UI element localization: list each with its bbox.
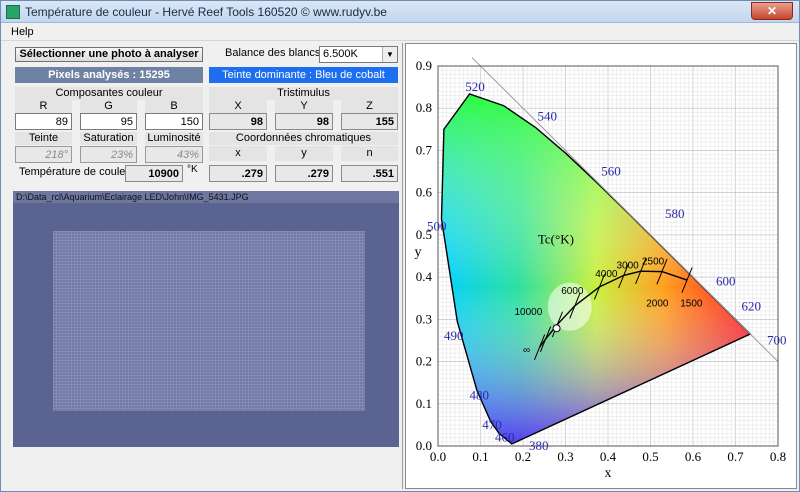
white-balance-value: 6.500K (323, 48, 358, 60)
saturation-value: 23% (80, 146, 137, 163)
photo-grid-image (53, 231, 365, 411)
b-label: B (145, 100, 203, 113)
color-temp-value: 10900 (125, 165, 183, 182)
close-button[interactable]: ✕ (751, 2, 793, 20)
luminosity-label: Luminosité (145, 132, 203, 145)
tristimulus-header: Tristimulus (209, 87, 398, 100)
x-chroma-value: .279 (209, 165, 267, 182)
y-tick-label: 0.1 (416, 396, 432, 411)
title-bar: Température de couleur - Hervé Reef Tool… (1, 1, 799, 23)
b-input[interactable]: 150 (145, 113, 203, 130)
y-tick-label: 0.6 (416, 185, 433, 200)
x-tick-label: 0.6 (685, 449, 702, 464)
y-tick-label: 0.4 (416, 269, 433, 284)
dominant-tint-bar: Teinte dominante : Bleu de cobalt (209, 67, 398, 83)
y-tick-label: 0.0 (416, 438, 432, 453)
y-tick-label: 0.2 (416, 354, 432, 369)
x-axis-label: x (605, 466, 612, 481)
cie-chromaticity-chart: 0.0 0.1 0.2 0.3 0.4 0.5 0.6 0.7 0.80.00.10.20.30… (415, 57, 787, 481)
saturation-label: Saturation (80, 132, 137, 145)
y-tristim-value: 98 (275, 113, 333, 130)
x-tick-label: 0.5 (642, 449, 658, 464)
white-balance-label: Balance des blancs (225, 47, 321, 59)
planckian-label: 3000 (617, 261, 640, 272)
y-axis-label: y (415, 245, 422, 260)
wavelength-label: 490 (444, 328, 464, 343)
y-tick-label: 0.9 (416, 58, 432, 73)
wavelength-label: 580 (665, 206, 685, 221)
planckian-label: ∞ (523, 345, 530, 356)
x-tristim-value: 98 (209, 113, 267, 130)
y-tick-label: 0.3 (416, 311, 432, 326)
planckian-label: 1500 (680, 299, 703, 310)
luminosity-value: 43% (145, 146, 203, 163)
chroma-header: Coordonnées chromatiques (209, 132, 398, 145)
planckian-label: 4000 (595, 269, 618, 280)
x-tick-label: 0.1 (472, 449, 488, 464)
wavelength-label: 540 (538, 109, 558, 124)
n-chroma-value: .551 (341, 165, 398, 182)
g-label: G (80, 100, 137, 113)
panel-divider (402, 43, 403, 489)
x-tick-label: 0.0 (430, 449, 446, 464)
planckian-label: 6000 (561, 286, 584, 297)
cie-chart-panel: 0.0 0.1 0.2 0.3 0.4 0.5 0.6 0.7 0.8 0.0 0.1 0.2 0.3 0… (405, 43, 797, 489)
wavelength-label: 480 (470, 387, 490, 402)
x-tick-label: 0.8 (770, 449, 786, 464)
pixels-analyzed-bar: Pixels analysés : 15295 (15, 67, 203, 83)
chevron-down-icon[interactable]: ▼ (382, 47, 397, 62)
hue-label: Teinte (15, 132, 72, 145)
y-tick-label: 0.7 (416, 142, 433, 157)
wavelength-label: 520 (465, 79, 485, 94)
planckian-label: 2000 (646, 299, 669, 310)
y-tick-label: 0.8 (416, 100, 432, 115)
measured-point (552, 324, 561, 333)
wavelength-label: 560 (601, 164, 621, 179)
wavelength-label: 500 (427, 218, 447, 233)
x-tick-label: 0.3 (557, 449, 573, 464)
photo-preview[interactable]: D:\Data_rcl\Aquarium\Eclairage LED\John\… (13, 191, 399, 447)
wavelength-label: 700 (767, 332, 787, 347)
y-chroma-value: .279 (275, 165, 333, 182)
z-tristim-label: Z (341, 100, 398, 113)
planckian-label: 10000 (515, 307, 543, 318)
wavelength-label: 470 (482, 417, 502, 432)
color-temp-label: Température de couleur (19, 166, 136, 178)
window-title: Température de couleur - Hervé Reef Tool… (25, 5, 387, 19)
rgb-header: Composantes couleur (15, 87, 203, 100)
r-input[interactable]: 89 (15, 113, 72, 130)
app-icon (6, 5, 20, 19)
x-tick-label: 0.4 (600, 449, 617, 464)
y-tristim-label: Y (275, 100, 333, 113)
menu-help[interactable]: Help (11, 26, 34, 38)
hue-value: 218° (15, 146, 72, 163)
z-tristim-value: 155 (341, 113, 398, 130)
planckian-label: 2500 (642, 256, 665, 267)
wavelength-label: 620 (742, 299, 762, 314)
select-photo-button[interactable]: Sélectionner une photo à analyser (15, 47, 203, 62)
y-chroma-label: y (275, 146, 333, 161)
wavelength-label: 380 (529, 438, 549, 453)
g-input[interactable]: 95 (80, 113, 137, 130)
image-path: D:\Data_rcl\Aquarium\Eclairage LED\John\… (13, 191, 399, 203)
x-chroma-label: x (209, 146, 267, 161)
x-tristim-label: X (209, 100, 267, 113)
wavelength-label: 600 (716, 273, 736, 288)
n-chroma-label: n (341, 146, 398, 161)
color-temp-unit: °K (187, 164, 198, 175)
x-tick-label: 0.7 (727, 449, 744, 464)
menu-bar: Help (1, 24, 799, 41)
planckian-title: Tc(°K) (538, 231, 574, 246)
app-window: Température de couleur - Hervé Reef Tool… (0, 0, 800, 492)
white-balance-select[interactable]: 6.500K ▼ (319, 46, 398, 63)
r-label: R (15, 100, 72, 113)
